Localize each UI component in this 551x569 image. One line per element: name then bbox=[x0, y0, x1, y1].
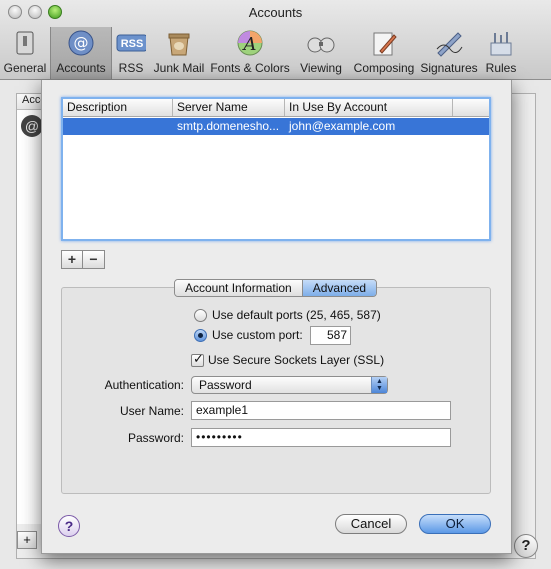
account-icon: @ bbox=[21, 115, 43, 137]
smtp-server-table[interactable]: Description Server Name In Use By Accoun… bbox=[61, 97, 491, 241]
column-server-name[interactable]: Server Name bbox=[173, 99, 285, 116]
cell-server-name: smtp.domenesho... bbox=[177, 119, 280, 133]
authentication-label: Authentication: bbox=[104, 378, 184, 392]
username-label: User Name: bbox=[119, 404, 184, 418]
remove-server-button[interactable]: − bbox=[83, 250, 105, 269]
general-icon bbox=[10, 29, 40, 57]
toolbar-rss[interactable]: RSS RSS bbox=[112, 27, 150, 79]
authentication-value: Password bbox=[199, 378, 252, 392]
toolbar-general[interactable]: General bbox=[0, 27, 50, 79]
junk-mail-icon bbox=[164, 29, 194, 57]
add-account-button[interactable]: + bbox=[17, 531, 37, 549]
window-title: Accounts bbox=[248, 5, 303, 20]
table-row[interactable]: smtp.domenesho... john@example.com bbox=[63, 118, 489, 135]
authentication-popup[interactable]: Password ▲ ▼ bbox=[191, 376, 388, 394]
password-label: Password: bbox=[127, 431, 184, 445]
tab-advanced[interactable]: Advanced bbox=[301, 280, 377, 296]
rules-icon bbox=[486, 29, 516, 57]
signatures-icon bbox=[434, 29, 464, 57]
default-ports-label: Use default ports (25, 465, 587) bbox=[212, 308, 381, 322]
username-field[interactable]: example1 bbox=[191, 401, 451, 420]
add-server-button[interactable]: + bbox=[61, 250, 83, 269]
custom-port-label: Use custom port: bbox=[212, 328, 303, 342]
tab-account-information[interactable]: Account Information bbox=[175, 280, 302, 296]
radio-button-selected[interactable] bbox=[194, 328, 207, 342]
ssl-label: Use Secure Sockets Layer (SSL) bbox=[208, 353, 385, 367]
radio-button[interactable] bbox=[194, 308, 207, 322]
toolbar-viewing[interactable]: Viewing bbox=[292, 27, 350, 79]
ssl-option[interactable]: Use Secure Sockets Layer (SSL) bbox=[191, 351, 385, 367]
rss-icon: RSS bbox=[116, 29, 146, 57]
rss-badge-text: RSS bbox=[121, 38, 144, 50]
password-field[interactable]: ••••••••• bbox=[191, 428, 451, 447]
toolbar-rules[interactable]: Rules bbox=[480, 27, 522, 79]
help-button[interactable]: ? bbox=[58, 515, 80, 537]
toolbar-accounts[interactable]: @ Accounts bbox=[50, 27, 112, 79]
at-icon: @ bbox=[66, 29, 96, 57]
cell-in-use-by: john@example.com bbox=[289, 119, 396, 133]
column-in-use-by-account[interactable]: In Use By Account bbox=[285, 99, 453, 116]
table-header: Description Server Name In Use By Accoun… bbox=[63, 99, 489, 117]
cell-description bbox=[63, 118, 173, 135]
column-spacer bbox=[453, 99, 489, 116]
ok-button[interactable]: OK bbox=[419, 514, 491, 534]
composing-icon bbox=[369, 29, 399, 57]
accounts-list-buttons: + bbox=[17, 531, 37, 549]
toolbar-signatures[interactable]: Signatures bbox=[418, 27, 480, 79]
toolbar-fonts-colors[interactable]: A Fonts & Colors bbox=[208, 27, 292, 79]
server-list-buttons: + − bbox=[61, 250, 105, 269]
at-glyph: @ bbox=[74, 34, 89, 52]
ssl-checkbox[interactable] bbox=[191, 351, 204, 367]
custom-port-option[interactable]: Use custom port: bbox=[194, 328, 303, 342]
settings-tab-control: Account Information Advanced bbox=[174, 279, 378, 297]
cancel-button[interactable]: Cancel bbox=[335, 514, 407, 534]
toolbar-junk-mail[interactable]: Junk Mail bbox=[150, 27, 208, 79]
font-glyph: A bbox=[242, 34, 257, 55]
toolbar-composing[interactable]: Composing bbox=[350, 27, 418, 79]
preferences-toolbar: General @ Accounts RSS RSS Junk Mail A F… bbox=[0, 27, 522, 79]
column-description[interactable]: Description bbox=[63, 99, 173, 116]
viewing-icon bbox=[306, 29, 336, 57]
popup-arrows-icon: ▲ ▼ bbox=[371, 377, 387, 393]
default-ports-option[interactable]: Use default ports (25, 465, 587) bbox=[194, 308, 381, 322]
custom-port-input[interactable]: 587 bbox=[310, 326, 351, 345]
preferences-help-button[interactable]: ? bbox=[514, 534, 538, 558]
fonts-colors-icon: A bbox=[235, 29, 265, 57]
window-titlebar: Accounts General @ Accounts RSS RSS Junk… bbox=[0, 0, 551, 80]
